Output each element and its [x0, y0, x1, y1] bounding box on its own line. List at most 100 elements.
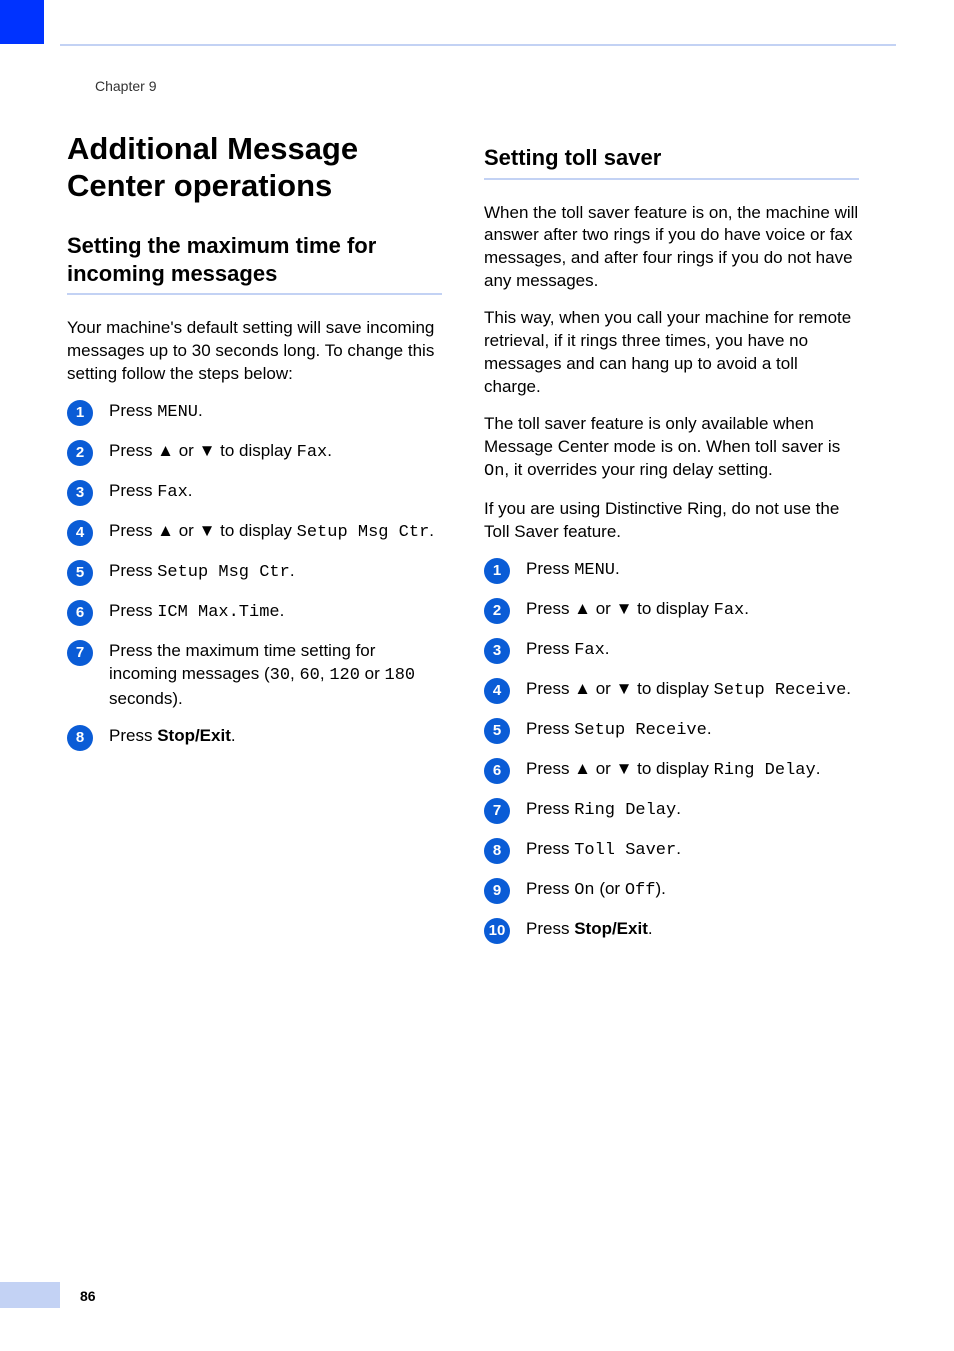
step-mono-text: Fax [297, 443, 328, 462]
content-area: Additional Message Center operations Set… [67, 130, 897, 958]
step-item: 1 Press MENU. [67, 400, 442, 426]
para3-mono: On [484, 462, 504, 481]
chapter-label: Chapter 9 [95, 78, 156, 94]
right-steps-list: 1Press MENU.2Press ▲ or ▼ to display Fax… [484, 558, 859, 944]
step-text: . [605, 639, 610, 658]
left-steps-list: 1 Press MENU. 2 Press ▲ or ▼ to display Fax… [67, 400, 442, 751]
step-text: Press ▲ or ▼ to display [526, 599, 714, 618]
step-text: . [676, 799, 681, 818]
step-text: . [198, 401, 203, 420]
main-heading: Additional Message Center operations [67, 130, 442, 204]
step-number-badge: 8 [484, 838, 510, 864]
page-number: 86 [80, 1288, 96, 1304]
step-text: . [280, 601, 285, 620]
step-text: Press [526, 919, 574, 938]
step-item: 4Press ▲ or ▼ to display Setup Msg Ctr. [67, 520, 442, 546]
step-mono-text: Setup Receive [574, 721, 707, 740]
step-number-badge: 3 [484, 638, 510, 664]
step-text: Press ▲ or ▼ to display [526, 679, 714, 698]
step-text: (or [595, 879, 625, 898]
step-mono-text: Off [625, 881, 656, 900]
step-bold-text: Stop/Exit [157, 726, 231, 745]
step-mono-text: Ring Delay [714, 761, 816, 780]
right-para-3: The toll saver feature is only available… [484, 413, 859, 484]
step-text: Press [109, 401, 157, 420]
step-text: . [744, 599, 749, 618]
step-mono-text: MENU [157, 403, 198, 422]
step-mono-text: 120 [329, 666, 360, 685]
step-mono-text: Fax [714, 601, 745, 620]
step-item: 3 Press Fax. [67, 480, 442, 506]
step-item: 4 Press ▲ or ▼ to display Setup Receive. [484, 678, 859, 704]
right-subheading: Setting toll saver [484, 144, 859, 180]
step-text: . [676, 839, 681, 858]
para3-post: , it overrides your ring delay setting. [504, 460, 772, 479]
step-text: Press [526, 559, 574, 578]
step-text: . [707, 719, 712, 738]
step-text: . [648, 919, 653, 938]
step-number-badge: 4 [67, 520, 93, 546]
step-number-badge: 7 [67, 640, 93, 666]
step-text: Press [526, 719, 574, 738]
left-column: Additional Message Center operations Set… [67, 130, 442, 958]
step-item: 9Press On (or Off). [484, 878, 859, 904]
step-number-badge: 9 [484, 878, 510, 904]
step-mono-text: Toll Saver [574, 841, 676, 860]
right-para-2: This way, when you call your machine for… [484, 307, 859, 399]
step-item: 2 Press ▲ or ▼ to display Fax. [484, 598, 859, 624]
corner-tab [0, 0, 44, 44]
step-text: . [188, 481, 193, 500]
step-number-badge: 1 [67, 400, 93, 426]
step-text: or [360, 664, 385, 683]
step-text: . [231, 726, 236, 745]
step-item: 8 Press Toll Saver. [484, 838, 859, 864]
step-item: 5 Press Setup Msg Ctr. [67, 560, 442, 586]
step-item: 8 Press Stop/Exit. [67, 725, 442, 751]
step-item: 6Press ▲ or ▼ to display Ring Delay. [484, 758, 859, 784]
step-number-badge: 2 [484, 598, 510, 624]
step-text: Press [109, 481, 157, 500]
step-number-badge: 6 [67, 600, 93, 626]
step-item: 7Press the maximum time setting for inco… [67, 640, 442, 711]
step-item: 2 Press ▲ or ▼ to display Fax. [67, 440, 442, 466]
step-mono-text: Fax [574, 641, 605, 660]
step-item: 6Press ICM Max.Time. [67, 600, 442, 626]
step-text: Press ▲ or ▼ to display [526, 759, 714, 778]
step-text: Press [526, 839, 574, 858]
step-mono-text: 30 [270, 666, 290, 685]
left-subheading: Setting the maximum time for incoming me… [67, 232, 442, 295]
step-mono-text: 60 [299, 666, 319, 685]
page-number-tab [0, 1282, 60, 1308]
step-item: 3 Press Fax. [484, 638, 859, 664]
step-text: Press [109, 561, 157, 580]
step-text: . [290, 561, 295, 580]
step-text: Press [109, 726, 157, 745]
step-number-badge: 5 [67, 560, 93, 586]
step-number-badge: 10 [484, 918, 510, 944]
step-text: . [615, 559, 620, 578]
step-mono-text: Setup Msg Ctr [297, 523, 430, 542]
step-text: . [327, 441, 332, 460]
step-text: Press [109, 601, 157, 620]
step-mono-text: Fax [157, 483, 188, 502]
para3-pre: The toll saver feature is only available… [484, 414, 840, 456]
step-number-badge: 8 [67, 725, 93, 751]
step-number-badge: 7 [484, 798, 510, 824]
step-text: Press [526, 639, 574, 658]
step-text: . [846, 679, 851, 698]
step-mono-text: Setup Receive [714, 681, 847, 700]
step-item: 7Press Ring Delay. [484, 798, 859, 824]
right-column: Setting toll saver When the toll saver f… [484, 130, 859, 958]
step-text: seconds). [109, 689, 183, 708]
step-mono-text: On [574, 881, 594, 900]
left-intro: Your machine's default setting will save… [67, 317, 442, 386]
step-text: Press [526, 879, 574, 898]
step-item: 10Press Stop/Exit. [484, 918, 859, 944]
header-rule [60, 44, 896, 46]
step-number-badge: 2 [67, 440, 93, 466]
step-number-badge: 3 [67, 480, 93, 506]
right-para-4: If you are using Distinctive Ring, do no… [484, 498, 859, 544]
step-mono-text: Setup Msg Ctr [157, 563, 290, 582]
step-number-badge: 4 [484, 678, 510, 704]
step-text: Press ▲ or ▼ to display [109, 441, 297, 460]
